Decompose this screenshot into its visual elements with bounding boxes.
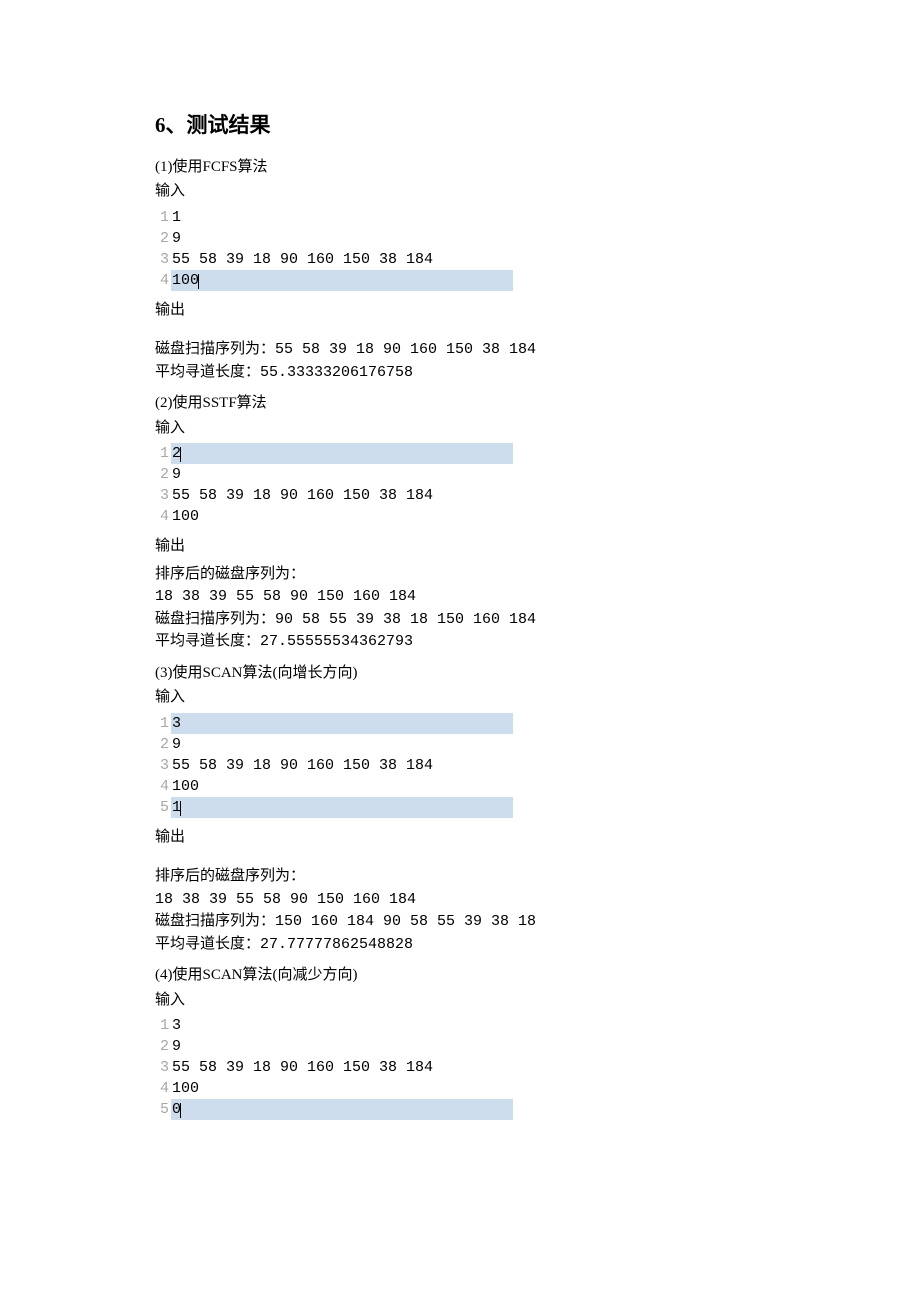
- line-number: 2: [155, 228, 169, 249]
- code-text: 55 58 39 18 90 160 150 38 184: [171, 485, 434, 506]
- code-line: 51: [155, 797, 765, 818]
- line-number: 2: [155, 1036, 169, 1057]
- section: (2)使用SSTF算法输入 1229355 58 39 18 90 160 150…: [155, 392, 765, 654]
- code-line: 355 58 39 18 90 160 150 38 184: [155, 485, 765, 506]
- code-text: 9: [171, 1036, 182, 1057]
- output-block: 磁盘扫描序列为：55 58 39 18 90 160 150 38 184 平均…: [155, 339, 765, 384]
- line-number: 4: [155, 270, 169, 291]
- section: (3)使用SCAN算法(向增长方向)输入1329355 58 39 18 90 …: [155, 662, 765, 957]
- code-text: 0: [171, 1099, 513, 1120]
- line-number: 2: [155, 734, 169, 755]
- section-subtitle: (2)使用SSTF算法: [155, 392, 765, 415]
- code-text: 3: [171, 1015, 182, 1036]
- spacing: [155, 850, 765, 860]
- code-text: 100: [171, 270, 513, 291]
- input-label: 输入: [155, 417, 765, 440]
- code-line: 13: [155, 713, 765, 734]
- code-text: 100: [171, 1078, 200, 1099]
- code-text: 2: [171, 443, 513, 464]
- input-label: 输入: [155, 989, 765, 1012]
- line-number: 2: [155, 464, 169, 485]
- output-label: 输出: [155, 299, 765, 322]
- code-line: 29: [155, 1036, 765, 1057]
- output-label: 输出: [155, 535, 765, 558]
- code-text: 55 58 39 18 90 160 150 38 184: [171, 755, 434, 776]
- code-line: 12: [155, 443, 765, 464]
- code-line: 4100: [155, 1078, 765, 1099]
- section-subtitle: (3)使用SCAN算法(向增长方向): [155, 662, 765, 685]
- line-number: 4: [155, 776, 169, 797]
- line-number: 3: [155, 1057, 169, 1078]
- code-line: 50: [155, 1099, 765, 1120]
- code-text: 55 58 39 18 90 160 150 38 184: [171, 249, 434, 270]
- code-line: 29: [155, 228, 765, 249]
- input-label: 输入: [155, 686, 765, 709]
- code-text: 1: [171, 797, 513, 818]
- code-text: 9: [171, 734, 182, 755]
- text-caret: [180, 447, 181, 462]
- code-text: 55 58 39 18 90 160 150 38 184: [171, 1057, 434, 1078]
- spacing: [155, 323, 765, 333]
- line-number: 5: [155, 1099, 169, 1120]
- line-number: 3: [155, 249, 169, 270]
- section-subtitle: (1)使用FCFS算法: [155, 156, 765, 179]
- line-number: 1: [155, 713, 169, 734]
- code-text: 9: [171, 228, 182, 249]
- input-code-block: 1229355 58 39 18 90 160 150 38 1844100: [155, 443, 765, 527]
- section: (1)使用FCFS算法输入 1129355 58 39 18 90 160 150…: [155, 156, 765, 385]
- output-block: 排序后的磁盘序列为： 18 38 39 55 58 90 150 160 184…: [155, 564, 765, 654]
- code-text: 9: [171, 464, 182, 485]
- line-number: 1: [155, 443, 169, 464]
- code-text: 100: [171, 776, 200, 797]
- output-block: 排序后的磁盘序列为： 18 38 39 55 58 90 150 160 184…: [155, 866, 765, 956]
- document-page: 6、测试结果 (1)使用FCFS算法输入1129355 58 39 18 90 …: [0, 0, 920, 1188]
- line-number: 5: [155, 797, 169, 818]
- page-title: 6、测试结果: [155, 110, 765, 142]
- section: (4)使用SCAN算法(向减少方向)输入1329355 58 39 18 90 …: [155, 964, 765, 1120]
- input-code-block: 1129355 58 39 18 90 160 150 38 1844100: [155, 207, 765, 291]
- section-subtitle: (4)使用SCAN算法(向减少方向): [155, 964, 765, 987]
- line-number: 4: [155, 1078, 169, 1099]
- code-line: 355 58 39 18 90 160 150 38 184: [155, 1057, 765, 1078]
- code-line: 355 58 39 18 90 160 150 38 184: [155, 249, 765, 270]
- text-caret: [180, 1103, 181, 1118]
- sections-container: (1)使用FCFS算法输入1129355 58 39 18 90 160 150…: [155, 156, 765, 1121]
- code-line: 11: [155, 207, 765, 228]
- code-line: 13: [155, 1015, 765, 1036]
- line-number: 1: [155, 1015, 169, 1036]
- line-number: 3: [155, 485, 169, 506]
- code-text: 100: [171, 506, 200, 527]
- line-number: 1: [155, 207, 169, 228]
- input-code-block: 1329355 58 39 18 90 160 150 38 184410050: [155, 1015, 765, 1120]
- input-code-block: 1329355 58 39 18 90 160 150 38 184410051: [155, 713, 765, 818]
- line-number: 3: [155, 755, 169, 776]
- code-text: 3: [171, 713, 513, 734]
- text-caret: [180, 801, 181, 816]
- input-label: 输入: [155, 180, 765, 203]
- code-line: 29: [155, 464, 765, 485]
- text-caret: [198, 274, 199, 289]
- line-number: 4: [155, 506, 169, 527]
- code-line: 4100: [155, 506, 765, 527]
- code-line: 4100: [155, 776, 765, 797]
- code-line: 4100: [155, 270, 765, 291]
- code-line: 355 58 39 18 90 160 150 38 184: [155, 755, 765, 776]
- code-text: 1: [171, 207, 182, 228]
- code-line: 29: [155, 734, 765, 755]
- output-label: 输出: [155, 826, 765, 849]
